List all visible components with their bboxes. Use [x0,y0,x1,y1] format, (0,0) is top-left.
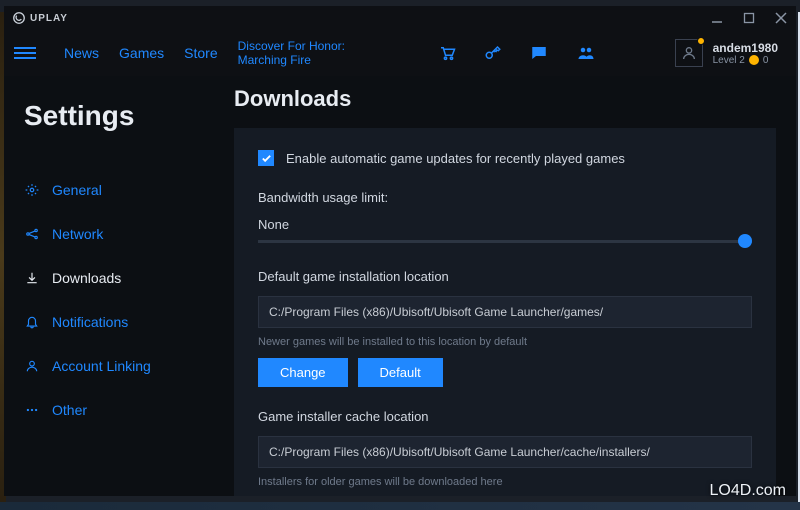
nav-store[interactable]: Store [184,45,217,61]
settings-panel: Enable automatic game updates for recent… [234,128,776,496]
user-text: andem1980 Level 2 0 [713,41,778,66]
auto-update-label: Enable automatic game updates for recent… [286,151,625,166]
sidebar-item-downloads[interactable]: Downloads [24,256,214,300]
cache-location-label: Game installer cache location [258,409,752,424]
sidebar-item-label: Downloads [52,270,121,286]
ellipsis-icon [24,402,40,418]
nav-promo[interactable]: Discover For Honor: Marching Fire [238,39,388,68]
bandwidth-value: None [258,217,752,232]
chat-icon[interactable] [530,44,548,62]
install-change-button[interactable]: Change [258,358,348,387]
cache-location-input[interactable] [258,436,752,468]
auto-update-checkbox[interactable] [258,150,274,166]
install-location-input[interactable] [258,296,752,328]
key-icon[interactable] [484,44,502,62]
notification-dot-icon [697,37,705,45]
nav-icon-group [438,44,596,62]
maximize-button[interactable] [742,11,756,25]
cache-location-helper: Installers for older games will be downl… [258,476,752,488]
uplay-window: UPLAY News Games Store Discover For Hono… [4,6,796,496]
sidebar-item-label: Notifications [52,314,128,330]
uplay-logo-icon [12,11,26,25]
titlebar: UPLAY [4,6,796,30]
body-area: Settings General Network Downloads Notif… [4,76,796,496]
sidebar-item-account-linking[interactable]: Account Linking [24,344,214,388]
sidebar-item-label: Network [52,226,103,242]
download-icon [24,270,40,286]
nav-games[interactable]: Games [119,45,164,61]
page-heading: Downloads [234,86,776,112]
titlebar-brand: UPLAY [12,11,68,25]
window-controls [710,11,788,25]
slider-thumb[interactable] [738,234,752,248]
watermark: LO4D.com [710,482,786,500]
install-default-button[interactable]: Default [358,358,443,387]
sidebar-item-other[interactable]: Other [24,388,214,432]
coin-icon [749,55,759,65]
bell-icon [24,314,40,330]
sidebar-item-label: Account Linking [52,358,151,374]
user-level: Level 2 0 [713,55,778,66]
sidebar-item-notifications[interactable]: Notifications [24,300,214,344]
sidebar-item-label: General [52,182,102,198]
check-icon [261,153,272,164]
user-area[interactable]: andem1980 Level 2 0 [675,39,786,67]
install-location-helper: Newer games will be installed to this lo… [258,336,752,348]
cart-icon[interactable] [438,44,456,62]
friends-icon[interactable] [576,44,596,62]
sidebar: Settings General Network Downloads Notif… [4,76,234,496]
titlebar-title: UPLAY [30,13,68,24]
top-nav: News Games Store Discover For Honor: Mar… [4,30,796,76]
bandwidth-slider[interactable] [258,240,752,243]
username: andem1980 [713,41,778,55]
auto-update-row: Enable automatic game updates for recent… [258,150,752,166]
install-location-label: Default game installation location [258,269,752,284]
minimize-button[interactable] [710,11,724,25]
content: Downloads Enable automatic game updates … [234,76,796,496]
sidebar-item-general[interactable]: General [24,168,214,212]
close-button[interactable] [774,11,788,25]
network-icon [24,226,40,242]
sidebar-item-label: Other [52,402,87,418]
taskbar-hint [0,502,800,510]
nav-news[interactable]: News [64,45,99,61]
sidebar-item-network[interactable]: Network [24,212,214,256]
bandwidth-label: Bandwidth usage limit: [258,190,752,205]
person-icon [24,358,40,374]
sidebar-title: Settings [24,100,214,132]
gear-icon [24,182,40,198]
menu-icon[interactable] [14,42,36,64]
avatar [675,39,703,67]
